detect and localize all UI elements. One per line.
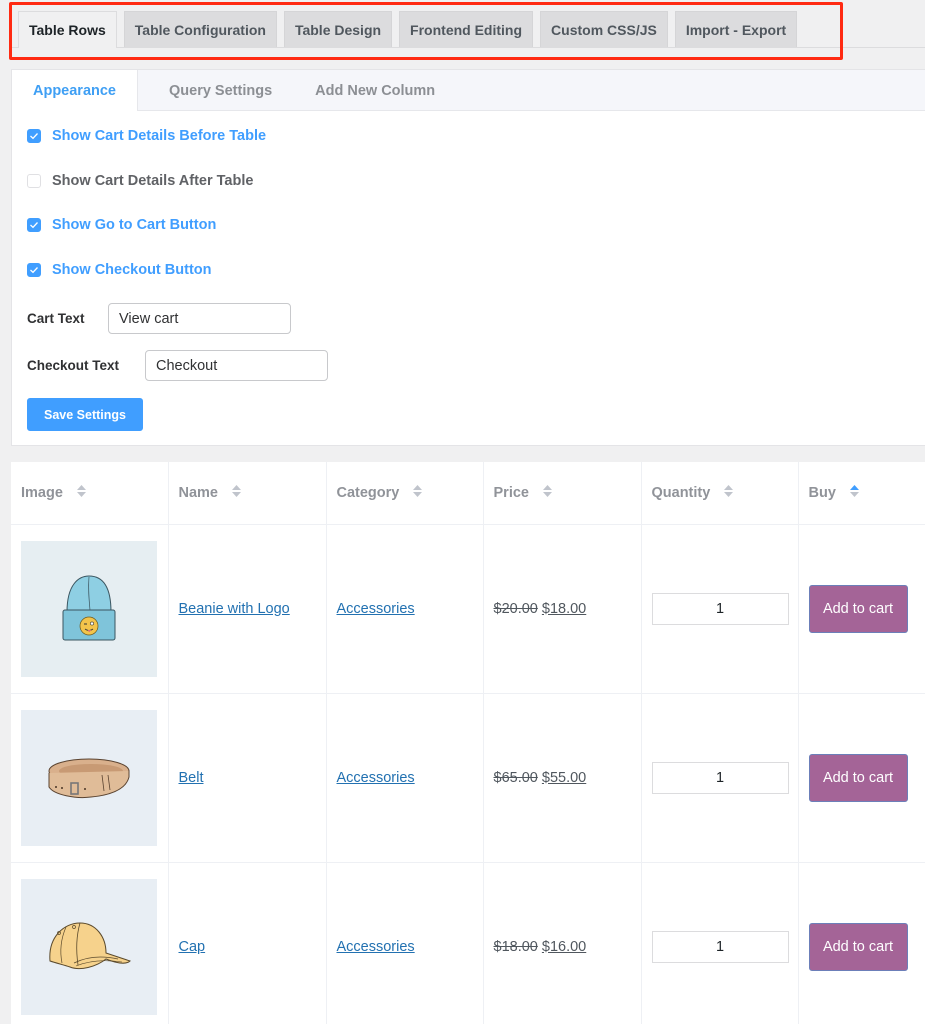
column-header-image[interactable]: Image (11, 462, 169, 525)
add-to-cart-button[interactable]: Add to cart (808, 753, 908, 802)
option-show-go-to-cart[interactable]: Show Go to Cart Button (27, 217, 216, 233)
column-label: Name (178, 484, 219, 501)
option-show-cart-before[interactable]: Show Cart Details Before Table (27, 128, 266, 144)
column-label: Quantity (651, 484, 711, 501)
column-header-quantity[interactable]: Quantity (641, 462, 799, 525)
sort-icon[interactable] (413, 484, 423, 501)
table-row: Cap Accessories $18.00 $16.00 Add to car… (11, 862, 925, 1024)
regular-price: $18.00 (493, 938, 538, 955)
column-header-buy[interactable]: Buy (798, 462, 925, 525)
highlight-annotation-box (9, 2, 843, 60)
quantity-input[interactable] (651, 761, 789, 794)
product-name-link[interactable]: Cap (179, 939, 206, 955)
checkbox-checked[interactable] (27, 218, 41, 232)
product-name-link[interactable]: Belt (179, 770, 204, 786)
sub-tabs: Appearance Query Settings Add New Column (12, 70, 925, 111)
option-label: Show Cart Details Before Table (52, 128, 267, 144)
table-row: Beanie with Logo Accessories $20.00 $18.… (11, 524, 925, 694)
checkbox-checked[interactable] (27, 263, 41, 277)
subtab-add-new-column[interactable]: Add New Column (293, 70, 456, 111)
product-table: Image Name Category Price Quantity Buy B… (11, 462, 925, 1024)
table-header-row: Image Name Category Price Quantity Buy (11, 462, 925, 525)
add-to-cart-button[interactable]: Add to cart (808, 584, 908, 633)
cart-text-field-row: Cart Text (27, 303, 291, 334)
cap-image[interactable] (21, 878, 157, 1015)
belt-image[interactable] (21, 709, 157, 846)
quantity-input[interactable] (651, 930, 789, 963)
sort-icon[interactable] (724, 484, 734, 501)
beanie-icon (62, 574, 116, 640)
product-table-container: Image Name Category Price Quantity Buy B… (11, 462, 925, 1024)
regular-price: $65.00 (493, 769, 538, 786)
column-header-name[interactable]: Name (168, 462, 327, 525)
belt-icon (48, 758, 130, 798)
add-to-cart-button[interactable]: Add to cart (808, 922, 908, 971)
regular-price: $20.00 (493, 600, 538, 617)
column-label: Buy (808, 484, 836, 501)
column-label: Image (21, 484, 63, 501)
column-label: Category (336, 484, 400, 501)
product-name-link[interactable]: Beanie with Logo (179, 601, 290, 617)
option-show-checkout[interactable]: Show Checkout Button (27, 262, 212, 278)
option-label: Show Cart Details After Table (52, 173, 254, 189)
subtab-appearance[interactable]: Appearance (12, 70, 138, 111)
subtab-query-settings[interactable]: Query Settings (138, 70, 293, 111)
settings-panel: Appearance Query Settings Add New Column… (11, 69, 925, 446)
column-label: Price (493, 484, 529, 501)
sale-price: $55.00 (541, 769, 587, 786)
cap-icon (49, 921, 131, 969)
checkout-text-label: Checkout Text (27, 358, 120, 373)
sort-icon[interactable] (542, 484, 552, 501)
checkbox-unchecked[interactable] (27, 174, 41, 188)
quantity-input[interactable] (651, 592, 789, 625)
sale-price: $16.00 (541, 938, 587, 955)
option-label: Show Go to Cart Button (52, 217, 217, 233)
checkout-text-input[interactable] (145, 350, 328, 381)
beanie-image[interactable] (21, 540, 157, 677)
option-show-cart-after[interactable]: Show Cart Details After Table (27, 173, 253, 189)
sort-icon[interactable] (76, 484, 86, 501)
sort-icon[interactable] (232, 484, 241, 501)
option-label: Show Checkout Button (52, 262, 212, 278)
top-tabs-bar: Table Rows Table Configuration Table Des… (0, 0, 925, 60)
sale-price: $18.00 (541, 600, 587, 617)
sort-ascending-icon[interactable] (849, 484, 859, 501)
cart-text-label: Cart Text (27, 311, 85, 326)
cart-text-input[interactable] (108, 303, 291, 334)
checkbox-checked[interactable] (27, 129, 41, 143)
column-header-category[interactable]: Category (326, 462, 484, 525)
category-link[interactable]: Accessories (337, 601, 415, 617)
checkout-text-field-row: Checkout Text (27, 350, 328, 381)
category-link[interactable]: Accessories (337, 770, 415, 786)
column-header-price[interactable]: Price (483, 462, 642, 525)
table-row: Belt Accessories $65.00 $55.00 Add to ca… (11, 693, 925, 863)
save-settings-button[interactable]: Save Settings (27, 398, 143, 431)
category-link[interactable]: Accessories (337, 939, 415, 955)
